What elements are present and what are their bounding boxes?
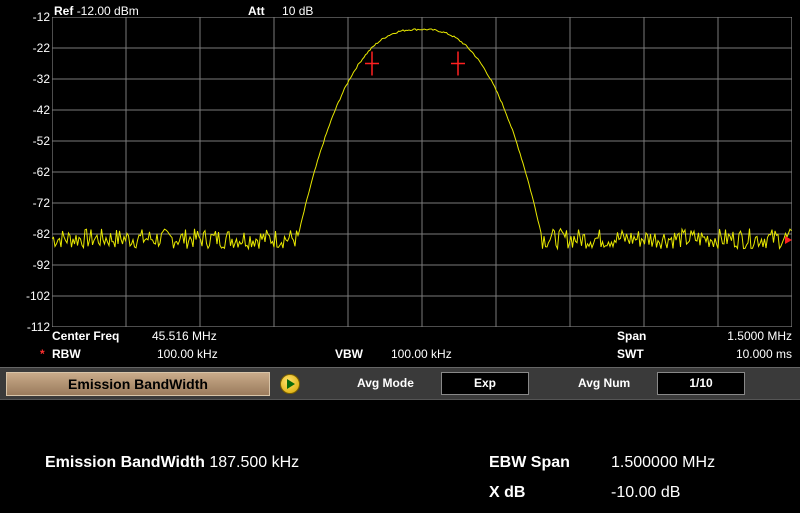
swt-label: SWT — [617, 347, 644, 361]
span-label: Span — [617, 329, 647, 343]
ref-label: Ref — [54, 4, 74, 18]
avg-num-label: Avg Num — [578, 376, 631, 390]
swt-value: 10.000 ms — [735, 347, 792, 361]
xdb-label: X dB — [489, 484, 526, 501]
avg-num-field[interactable]: 1/10 — [657, 372, 745, 395]
vbw-value: 100.00 kHz — [391, 347, 452, 361]
ebw-span-label: EBW Span — [489, 454, 570, 471]
ebw-span-value: 1.500000 MHz — [611, 454, 716, 471]
measurement-toolbar: Emission BandWidth Avg Mode Exp Avg Num … — [0, 367, 800, 400]
y-tick-label: -102 — [25, 289, 50, 303]
y-tick-label: -12 — [32, 10, 50, 24]
attenuation: Att 10 dB — [248, 4, 313, 18]
ref-level: Ref -12.00 dBm — [54, 4, 139, 18]
ebw-result: Emission BandWidth 187.500 kHz — [45, 454, 299, 472]
y-tick-label: -62 — [32, 165, 50, 179]
y-tick-label: -22 — [32, 41, 50, 55]
vbw-label: VBW — [335, 347, 363, 361]
y-tick-label: -112 — [26, 320, 50, 334]
avg-mode-field[interactable]: Exp — [441, 372, 529, 395]
ebw-value: 187.500 kHz — [209, 454, 300, 471]
spectrum-plot[interactable] — [52, 17, 792, 327]
att-label: Att — [248, 4, 265, 18]
play-icon[interactable] — [280, 374, 300, 394]
ebw-label: Emission BandWidth — [45, 454, 205, 471]
rbw-value: 100.00 kHz — [157, 347, 218, 361]
ref-value: -12.00 dBm — [76, 4, 139, 18]
y-tick-label: -32 — [32, 72, 50, 86]
avg-mode-label: Avg Mode — [357, 376, 414, 390]
xdb-value: -10.00 dB — [611, 484, 681, 501]
center-freq-value: 45.516 MHz — [152, 329, 217, 343]
att-value: 10 dB — [282, 4, 314, 18]
y-tick-label: -82 — [32, 227, 50, 241]
y-tick-label: -92 — [32, 258, 50, 272]
y-tick-label: -52 — [32, 134, 50, 148]
center-freq-label: Center Freq — [52, 329, 120, 343]
rbw-label: RBW — [52, 347, 81, 361]
measurement-title[interactable]: Emission BandWidth — [6, 372, 270, 396]
rbw-manual-star-icon: * — [40, 347, 45, 361]
span-value: 1.5000 MHz — [727, 329, 792, 343]
y-tick-label: -42 — [32, 103, 50, 117]
y-tick-label: -72 — [32, 196, 50, 210]
